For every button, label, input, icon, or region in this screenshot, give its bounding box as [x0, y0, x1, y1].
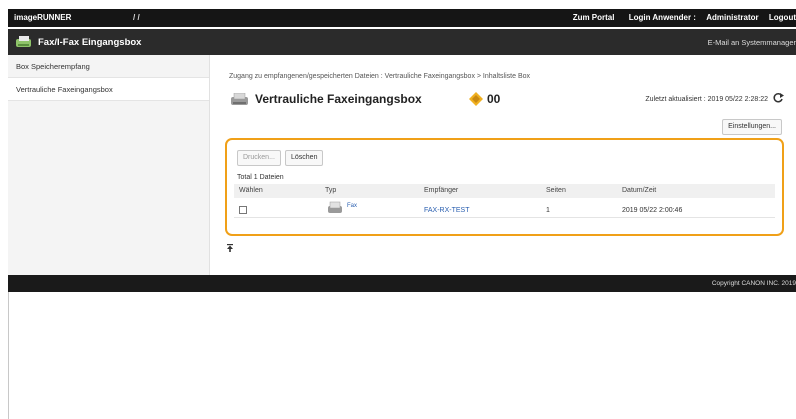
print-button[interactable]: Drucken... [237, 150, 281, 166]
column-datetime: Datum/Zeit [622, 187, 657, 194]
page-border [8, 292, 9, 419]
brand-separator: / / [133, 13, 140, 22]
settings-button[interactable]: Einstellungen... [722, 119, 782, 135]
file-type-label: Fax [347, 203, 358, 209]
column-select: Wählen [239, 187, 263, 194]
page-count: 1 [546, 207, 550, 214]
login-user-name: Administrator [706, 13, 759, 22]
column-type: Typ [325, 187, 337, 194]
sidebar: Box Speicherempfang Vertrauliche Faxeing… [8, 55, 210, 275]
file-datetime: 2019 05/22 2:00:46 [622, 207, 683, 214]
page-title: Fax/I-Fax Eingangsbox [38, 37, 142, 48]
recipient-link[interactable]: FAX-RX-TEST [424, 207, 470, 214]
footer: Copyright CANON INC. 2019 [8, 275, 796, 292]
box-name: Vertrauliche Faxeingangsbox [255, 92, 422, 106]
box-number-icon [469, 92, 483, 106]
mail-system-manager-link[interactable]: E-Mail an Systemmanager [708, 38, 796, 47]
refresh-icon[interactable] [772, 92, 784, 104]
sidebar-item-vertrauliche-faxeingangsbox[interactable]: Vertrauliche Faxeingangsbox [8, 78, 209, 101]
top-links: Zum Portal Login Anwender : Administrato… [565, 13, 796, 22]
delete-button[interactable]: Löschen [285, 150, 324, 166]
table-header: Wählen Typ Empfänger Seiten Datum/Zeit [234, 184, 775, 198]
table-row: Fax FAX-RX-TEST 1 2019 05/22 2:00:46 [234, 198, 775, 218]
fax-box-icon [16, 36, 31, 47]
login-user-label: Login Anwender : [628, 13, 696, 22]
total-files: Total 1 Dateien [237, 174, 284, 181]
select-checkbox[interactable] [239, 206, 247, 214]
logout-link[interactable]: Logout [769, 13, 796, 22]
column-pages: Seiten [546, 187, 566, 194]
column-recipient: Empfänger [424, 187, 459, 194]
top-bar: imageRUNNER / / Zum Portal Login Anwende… [8, 9, 796, 27]
fax-document-icon [328, 201, 342, 213]
copyright: Copyright CANON INC. 2019 [711, 280, 796, 287]
sidebar-item-box-speicherempfang[interactable]: Box Speicherempfang [8, 55, 209, 78]
last-updated: Zuletzt aktualisiert : 2019 05/22 2:28:2… [645, 96, 768, 103]
scroll-to-top-icon[interactable] [227, 244, 233, 252]
main-content: Zugang zu empfangenen/gespeicherten Date… [212, 55, 796, 275]
title-bar: Fax/I-Fax Eingangsbox E-Mail an Systemma… [8, 29, 796, 55]
box-number: 00 [487, 92, 501, 106]
file-list-panel: Drucken... Löschen Total 1 Dateien Wähle… [225, 138, 784, 236]
fax-icon [231, 93, 248, 105]
brand-logo: imageRUNNER [14, 13, 72, 22]
portal-link[interactable]: Zum Portal [573, 13, 615, 22]
file-table: Wählen Typ Empfänger Seiten Datum/Zeit F… [234, 184, 775, 218]
breadcrumb: Zugang zu empfangenen/gespeicherten Date… [229, 73, 530, 80]
